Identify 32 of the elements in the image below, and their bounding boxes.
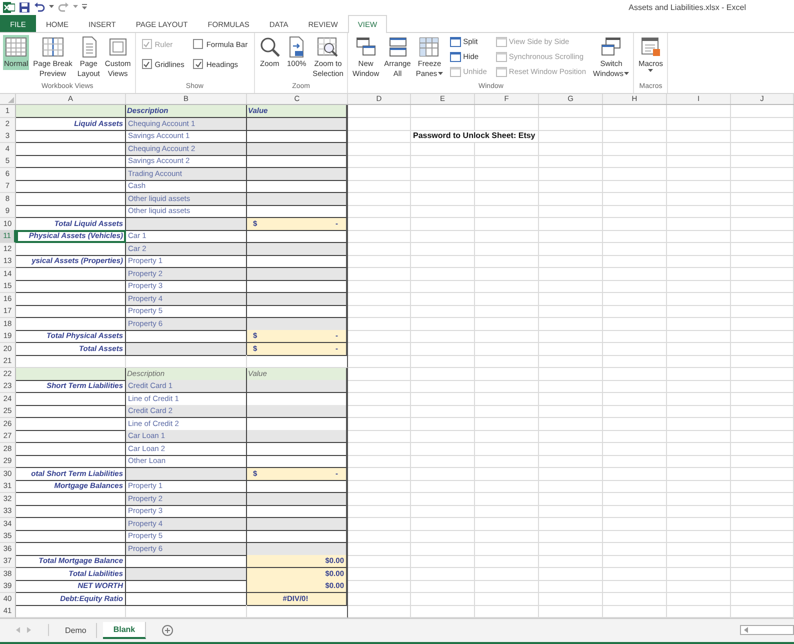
undo-icon[interactable] xyxy=(34,2,45,12)
magnifier-icon xyxy=(258,36,281,58)
customize-icon[interactable] xyxy=(82,4,87,10)
check-icon xyxy=(143,60,150,68)
caret-icon[interactable] xyxy=(73,5,78,9)
sheet-tab[interactable]: Blank xyxy=(103,622,146,639)
scroll-right-icon[interactable] xyxy=(27,627,32,634)
macro-sheet-icon xyxy=(640,36,662,58)
scroll-left-icon[interactable] xyxy=(744,627,749,634)
window-title: Assets and Liabilities.xlsx - Excel xyxy=(628,2,747,12)
check-icon xyxy=(143,40,150,48)
hide-icon xyxy=(450,52,462,62)
select-all-icon[interactable] xyxy=(8,97,14,103)
note-text: Password to Unlock Sheet: Etsy xyxy=(411,130,539,143)
save-icon[interactable] xyxy=(19,2,30,12)
zoom-selection-icon xyxy=(317,36,340,58)
windows-icon xyxy=(600,36,622,58)
window-icon xyxy=(106,36,129,58)
split-icon xyxy=(450,36,462,46)
frozen-grid-icon xyxy=(418,36,440,58)
redo-icon[interactable] xyxy=(58,2,69,12)
sheet-tab[interactable]: Demo xyxy=(55,622,98,638)
unhide-icon xyxy=(450,66,462,76)
caret-icon[interactable] xyxy=(49,5,54,9)
tiled-windows-icon xyxy=(386,36,408,58)
page-break-icon xyxy=(42,36,64,58)
add-sheet-icon[interactable] xyxy=(162,624,174,636)
check-icon xyxy=(194,60,202,68)
horizontal-scrollbar[interactable] xyxy=(740,625,794,636)
scroll-left-icon[interactable] xyxy=(16,627,21,634)
grid-icon xyxy=(5,36,28,58)
windows-icon xyxy=(354,36,377,58)
